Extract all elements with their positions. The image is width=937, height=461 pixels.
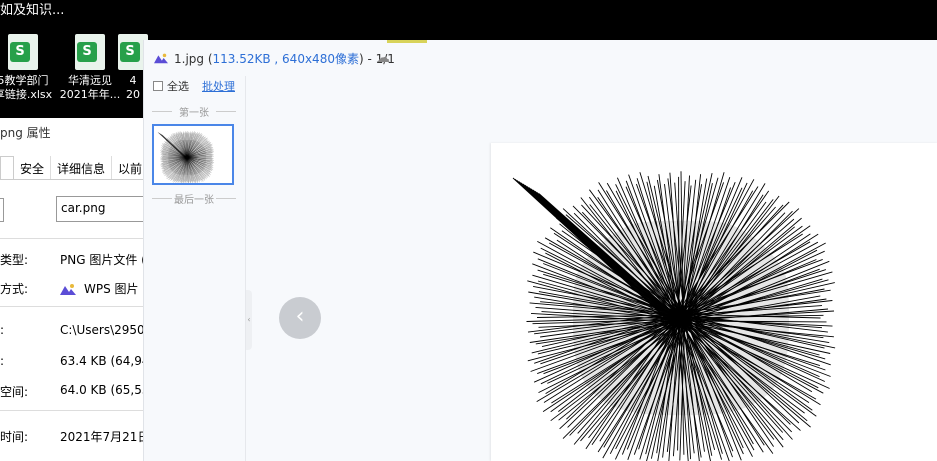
thumbnail-image [157,131,215,184]
viewer-header: 1.jpg (113.52KB , 640x480像素) - 1/1 ☁ [144,40,937,76]
properties-dialog: png 属性 安全 详细信息 以前 car.png 类型: PNG 图片文件 (.… [0,118,160,461]
window-title: 如及知识... [0,3,65,18]
image-canvas [491,143,937,461]
collapse-panel-handle[interactable]: ‹ [246,290,252,350]
dialog-tabs: 安全 详细信息 以前 [0,156,160,180]
first-label: 第一张 [152,104,236,119]
wps-picture-icon [154,53,168,64]
thumbnail-item[interactable] [152,124,234,185]
spreadsheet-icon: S [75,34,105,70]
desktop-file-label: 2021年年... [59,88,121,101]
thumbnail-panel: 全选 批处理 第一张 最后一张 [144,76,246,461]
image-viewer-window: 1.jpg (113.52KB , 640x480像素) - 1/1 ☁ 全选 … [143,40,937,461]
desktop-file-label: 享链接.xlsx [0,88,53,101]
previous-image-button[interactable]: ‹ [279,297,321,339]
file-info-link[interactable]: 113.52KB , 640x480像素 [213,52,359,66]
viewer-title: 1.jpg (113.52KB , 640x480像素) - 1/1 [174,52,395,66]
desktop-file-label: 5教学部门 [0,74,49,87]
tab-details[interactable]: 详细信息 [51,156,113,179]
last-label: 最后一张 [152,191,236,206]
desktop-file-label: 华清远见 [68,74,112,87]
batch-process-link[interactable]: 批处理 [202,78,235,94]
desktop-file-2[interactable]: S 华清远见 2021年年... [55,34,125,102]
select-all-checkbox[interactable]: 全选 [153,78,189,94]
tab-security[interactable]: 安全 [14,156,52,179]
wps-picture-icon [60,283,76,295]
spreadsheet-icon: S [8,34,38,70]
desktop-file-1[interactable]: S 5教学部门 享链接.xlsx [0,34,58,102]
displayed-image [512,171,836,461]
tab-general[interactable] [0,156,14,179]
file-icon [0,198,4,222]
checkbox-icon [153,81,163,91]
cloud-icon[interactable]: ☁ [376,50,390,66]
dialog-title: png 属性 [0,126,51,140]
